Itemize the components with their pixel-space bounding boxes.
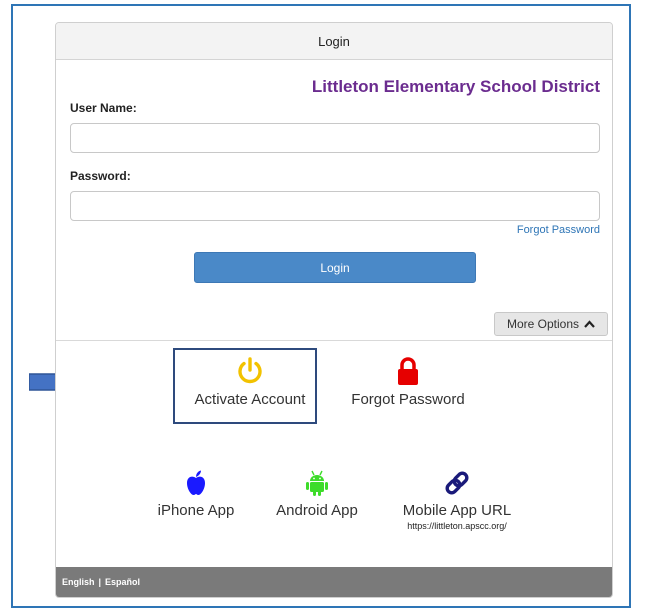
username-label: User Name: <box>70 101 137 115</box>
divider <box>56 340 612 341</box>
username-input[interactable] <box>70 123 600 153</box>
language-footer: English | Español <box>56 567 612 597</box>
android-app-label: Android App <box>276 502 358 519</box>
login-button[interactable]: Login <box>194 252 476 283</box>
lock-icon <box>398 357 418 385</box>
forgot-password-link[interactable]: Forgot Password <box>517 224 600 236</box>
highlight-box <box>173 348 317 424</box>
password-label: Password: <box>70 169 131 183</box>
link-icon <box>445 471 469 495</box>
more-options-label: More Options <box>506 317 580 331</box>
forgot-password-label: Forgot Password <box>351 391 465 408</box>
login-button-label: Login <box>320 260 350 275</box>
android-icon <box>306 470 328 496</box>
forgot-password-option[interactable]: Forgot Password <box>338 356 478 408</box>
district-name: Littleton Elementary School District <box>311 77 600 96</box>
login-panel: Login Littleton Elementary School Distri… <box>55 22 613 598</box>
iphone-app-label: iPhone App <box>157 502 235 519</box>
more-options-button[interactable]: More Options <box>494 312 608 336</box>
mobile-app-url-option[interactable]: Mobile App URL https://littleton.apscc.o… <box>382 469 532 531</box>
panel-title: Login <box>318 33 350 49</box>
iphone-app-option[interactable]: iPhone App <box>146 469 246 519</box>
language-separator: | <box>98 577 102 587</box>
mobile-app-url-label: Mobile App URL <box>402 502 512 519</box>
english-link[interactable]: English <box>62 577 95 587</box>
password-input[interactable] <box>70 191 600 221</box>
apple-icon <box>187 470 205 495</box>
espanol-link[interactable]: Español <box>105 577 140 587</box>
mobile-app-url-link[interactable]: https://littleton.apscc.org/ <box>382 521 532 531</box>
panel-header: Login <box>56 23 612 60</box>
android-app-option[interactable]: Android App <box>262 469 372 519</box>
chevron-up-icon <box>584 320 595 328</box>
